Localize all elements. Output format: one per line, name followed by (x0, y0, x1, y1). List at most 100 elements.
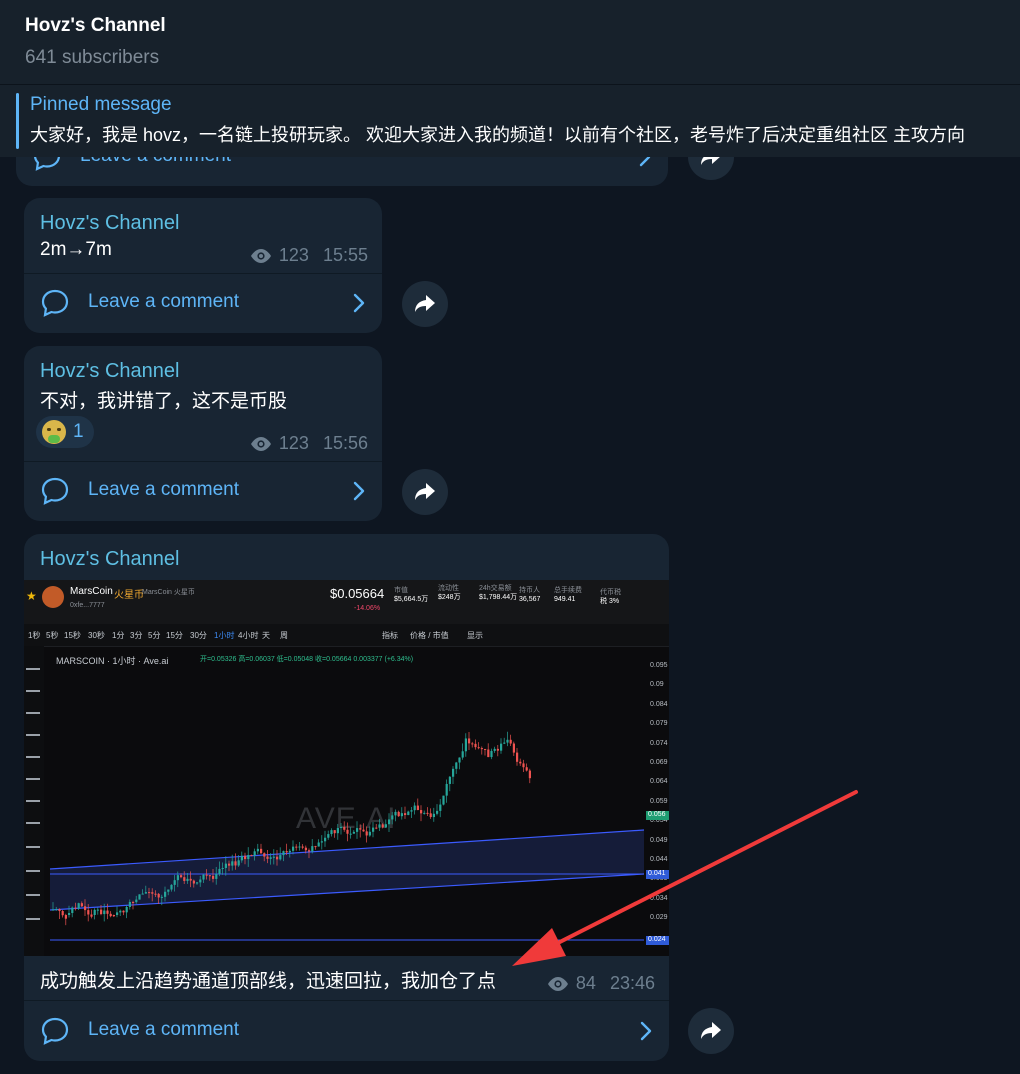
candle-body (292, 846, 295, 851)
chevron-right-icon (353, 481, 365, 501)
price-badge: 0.041 (646, 870, 669, 879)
comment-label: Leave a comment (88, 1019, 240, 1040)
chart-image[interactable]: ★ MarsCoin 火星币 MarsCoin 火星币 0xfe...7777 … (24, 580, 669, 956)
candle-body (471, 743, 474, 745)
candle-body (301, 846, 304, 848)
candle-body (500, 743, 503, 751)
candle-body (189, 878, 192, 881)
candle-body (311, 846, 314, 852)
candle-body (304, 847, 307, 851)
price-tick-label: 0.064 (650, 778, 668, 786)
share-button[interactable] (402, 281, 448, 327)
candle-body (477, 747, 480, 749)
share-icon (415, 483, 435, 500)
leave-comment-button[interactable]: Leave a comment (24, 274, 382, 332)
price-tick-label: 0.044 (650, 856, 668, 863)
candle-body (183, 877, 186, 881)
price-tick-label: 0.059 (650, 797, 668, 805)
candle-body (112, 915, 115, 917)
candle-body (141, 893, 144, 895)
candle-body (272, 856, 275, 858)
message-meta: 123 15:55 (249, 245, 368, 266)
share-button[interactable] (402, 469, 448, 515)
candle-body (378, 824, 381, 828)
candle-body (263, 853, 266, 857)
candlestick-plot (49, 731, 645, 941)
candle-body (413, 805, 416, 811)
candle-body (125, 906, 128, 913)
candle-body (448, 776, 451, 784)
candle-body (260, 848, 263, 854)
candle-body (250, 854, 253, 856)
candle-body (237, 860, 240, 866)
candle-body (218, 868, 221, 875)
price-badge: 0.056 (646, 811, 669, 820)
candle-body (253, 851, 256, 856)
candle-body (77, 903, 80, 909)
candle-body (269, 857, 272, 859)
candle-body (202, 874, 205, 880)
candle-body (442, 795, 445, 805)
candle-body (186, 878, 189, 881)
message-meta: 123 15:56 (249, 433, 368, 454)
candle-body (224, 863, 227, 868)
comment-label: Leave a comment (88, 479, 240, 500)
candle-body (266, 856, 269, 859)
candle-body (87, 910, 90, 915)
candle-body (352, 831, 355, 834)
candle-body (397, 811, 400, 817)
candle-body (90, 914, 93, 917)
price-tick-label: 0.074 (650, 739, 668, 747)
candle-body (525, 767, 528, 771)
channel-header[interactable]: Hovz's Channel 641 subscribers (0, 0, 1020, 84)
candle-body (327, 834, 330, 838)
candle-body (64, 915, 67, 919)
candle-body (74, 907, 77, 909)
candle-body (132, 901, 135, 903)
message-meta: 84 23:46 (546, 973, 655, 994)
candle-body (493, 748, 496, 751)
candle-body (199, 879, 202, 883)
candle-body (519, 761, 522, 764)
leave-comment-button[interactable]: Leave a comment (24, 462, 382, 520)
candle-body (368, 831, 371, 836)
candle-body (522, 763, 525, 768)
candle-body (231, 861, 234, 866)
view-count: 123 (278, 433, 309, 453)
pinned-message-bar[interactable]: Pinned message 大家好，我是 hovz，一名链上投研玩家。 欢迎大… (0, 84, 1020, 157)
candle-body (423, 812, 426, 814)
candle-body (103, 910, 106, 915)
candle-body (503, 742, 506, 744)
candle-body (407, 811, 410, 816)
candle-body (429, 813, 432, 818)
comment-icon (41, 289, 69, 317)
candle-body (228, 863, 231, 866)
candle-body (128, 901, 131, 907)
candle-body (324, 837, 327, 842)
candle-body (333, 830, 336, 834)
candle-body (452, 768, 455, 777)
candle-body (295, 846, 298, 848)
candle-body (173, 880, 176, 885)
view-count: 84 (575, 973, 596, 993)
candle-body (464, 738, 467, 752)
candle-body (180, 875, 183, 878)
share-icon (415, 295, 435, 312)
candle-body (512, 743, 515, 753)
candle-body (80, 903, 83, 907)
candle-body (282, 851, 285, 856)
leave-comment-button[interactable]: Leave a comment (24, 1002, 669, 1060)
reaction-chip[interactable]: 1 (36, 416, 94, 448)
candle-body (71, 907, 74, 914)
message-time: 15:55 (322, 245, 368, 265)
candle-body (208, 875, 211, 877)
candle-body (432, 813, 435, 818)
share-button[interactable] (688, 1008, 734, 1054)
candle-body (426, 812, 429, 814)
candle-body (445, 783, 448, 796)
candle-body (151, 892, 154, 894)
candle-body (68, 913, 71, 915)
candle-body (420, 810, 423, 814)
candle-body (212, 875, 215, 879)
candle-body (330, 830, 333, 835)
